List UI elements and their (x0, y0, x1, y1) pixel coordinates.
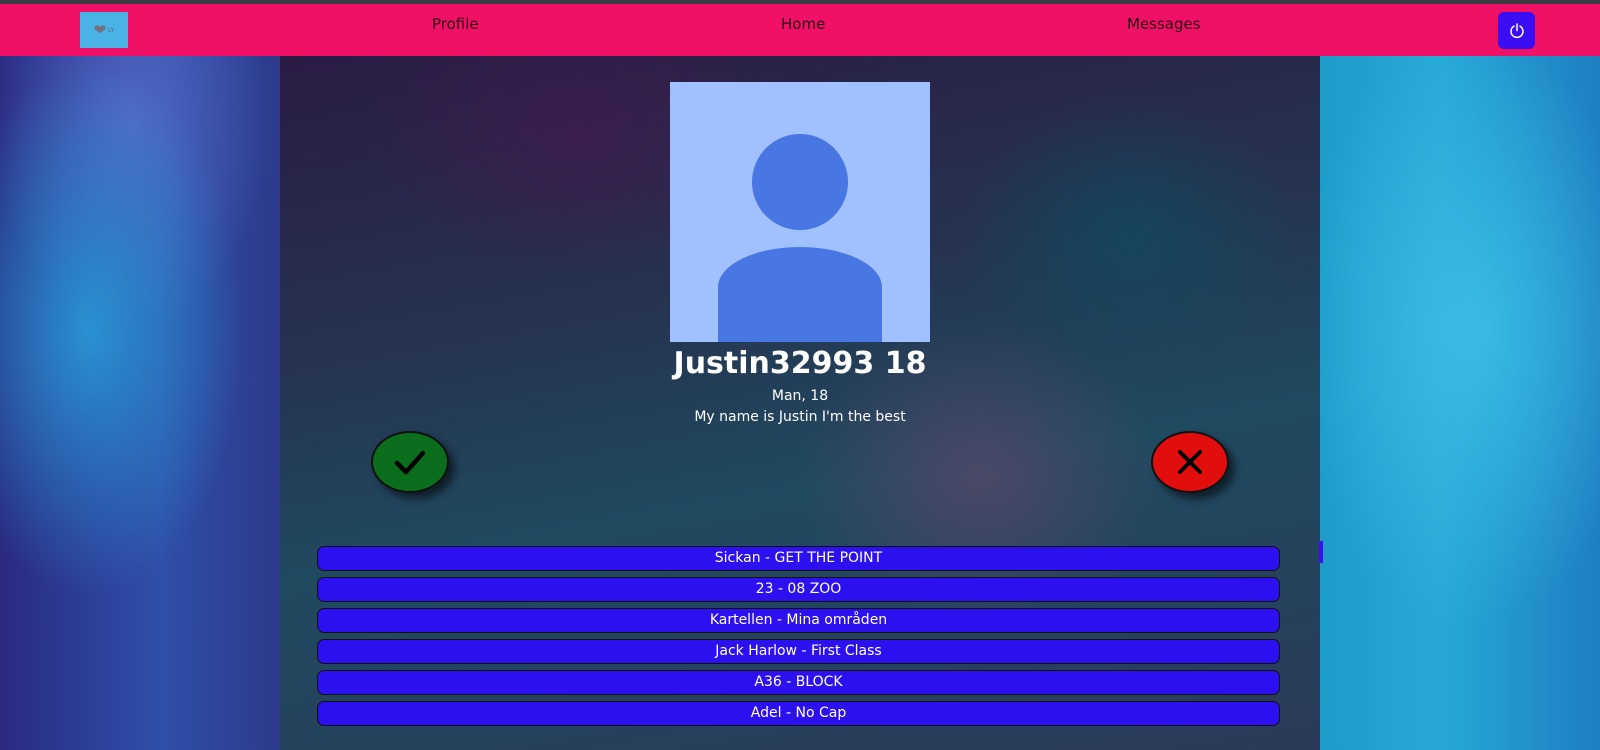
song-item[interactable]: Sickan - GET THE POINT (317, 546, 1280, 571)
app-logo[interactable]: ❤ LY (80, 12, 128, 48)
heart-logo-icon: ❤ (93, 20, 107, 39)
default-avatar-icon (670, 82, 930, 342)
song-item[interactable]: 23 - 08 ZOO (317, 577, 1280, 602)
song-item[interactable]: A36 - BLOCK (317, 670, 1280, 695)
nav-link-profile[interactable]: Profile (432, 15, 479, 33)
profile-bio: My name is Justin I'm the best (694, 409, 906, 425)
like-button[interactable] (371, 431, 449, 493)
side-tab[interactable] (1319, 541, 1323, 563)
nav-link-home[interactable]: Home (781, 15, 825, 33)
song-item[interactable]: Adel - No Cap (317, 701, 1280, 726)
nav-link-messages[interactable]: Messages (1127, 15, 1201, 33)
x-icon (1178, 450, 1202, 474)
song-item[interactable]: Jack Harlow - First Class (317, 639, 1280, 664)
profile-name: Justin32993 18 (673, 346, 927, 381)
dislike-button[interactable] (1151, 431, 1229, 493)
logout-button[interactable] (1498, 12, 1535, 49)
profile-card: Justin32993 18 Man, 18 My name is Justin… (280, 56, 1320, 750)
profile-gender-age: Man, 18 (771, 388, 829, 404)
logo-text: LY (108, 26, 115, 34)
avatar-body (718, 247, 882, 342)
navbar: ❤ LY Profile Home Messages (0, 4, 1600, 56)
avatar-head (752, 134, 848, 230)
power-icon (1509, 22, 1524, 38)
checkmark-icon (394, 450, 426, 475)
song-item[interactable]: Kartellen - Mina områden (317, 608, 1280, 633)
song-list: Sickan - GET THE POINT 23 - 08 ZOO Karte… (317, 546, 1280, 732)
